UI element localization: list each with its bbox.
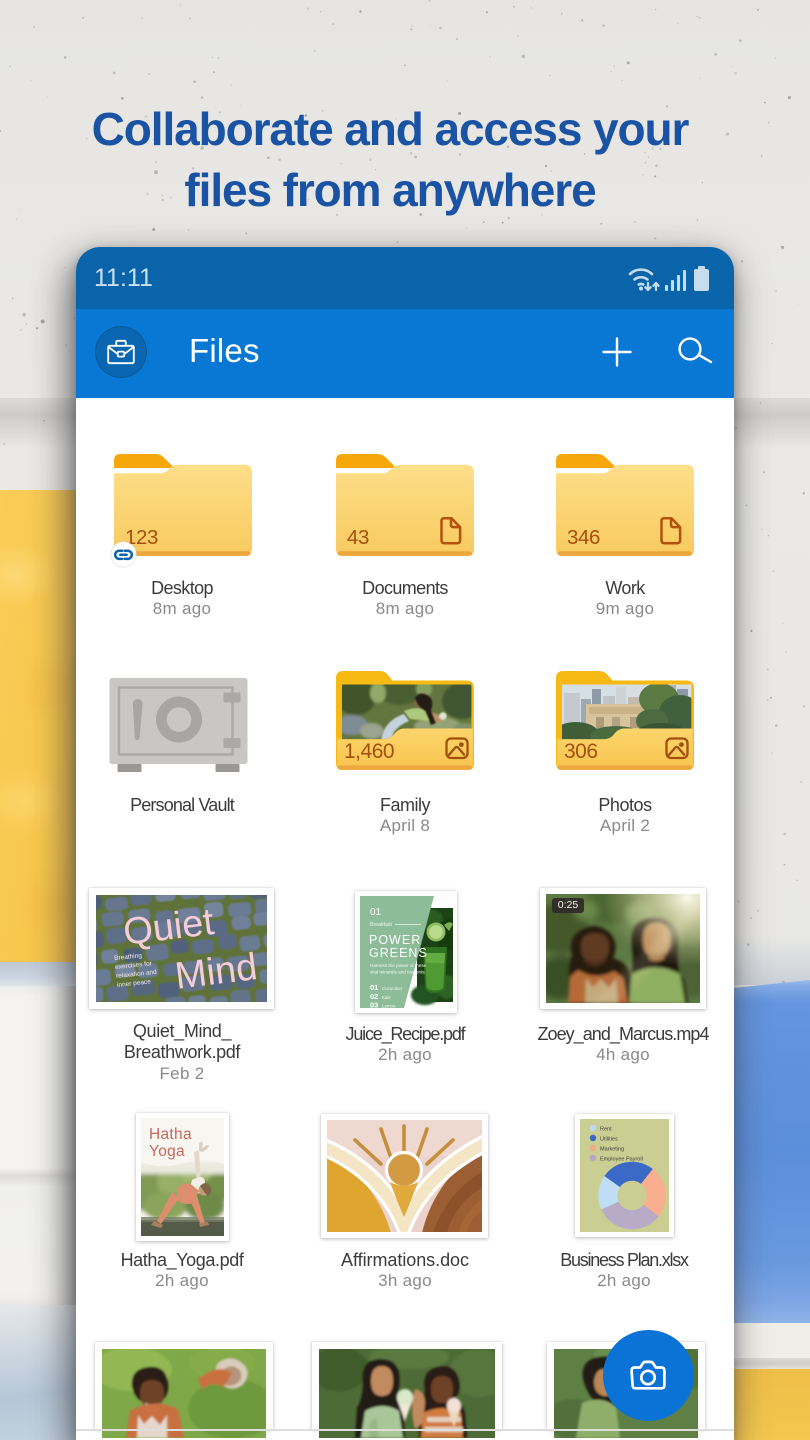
svg-text:Yoga: Yoga [149,1143,185,1160]
svg-text:346: 346 [567,526,600,549]
svg-text:43: 43 [347,526,369,549]
svg-text:1,460: 1,460 [344,740,394,763]
svg-text:Kale: Kale [382,995,391,1000]
svg-text:Rent: Rent [600,1127,612,1133]
svg-text:01: 01 [370,983,378,992]
svg-text:Cucumber: Cucumber [382,986,403,991]
svg-text:Hatha: Hatha [149,1126,192,1143]
svg-text:Lemon: Lemon [382,1004,396,1009]
svg-text:306: 306 [564,740,598,763]
svg-text:Employee Payroll: Employee Payroll [600,1157,643,1163]
svg-text:Breakfast: Breakfast [370,922,392,928]
svg-text:POWER: POWER [369,933,421,947]
svg-text:01: 01 [370,907,382,918]
svg-text:03: 03 [370,1001,378,1010]
svg-text:Harness the power of these: Harness the power of these [370,963,427,968]
svg-text:GREENS: GREENS [369,946,428,960]
svg-text:vital minerals and nutrients.: vital minerals and nutrients. [370,970,426,975]
svg-text:Utilities: Utilities [600,1137,618,1143]
svg-text:Marketing: Marketing [600,1147,624,1153]
